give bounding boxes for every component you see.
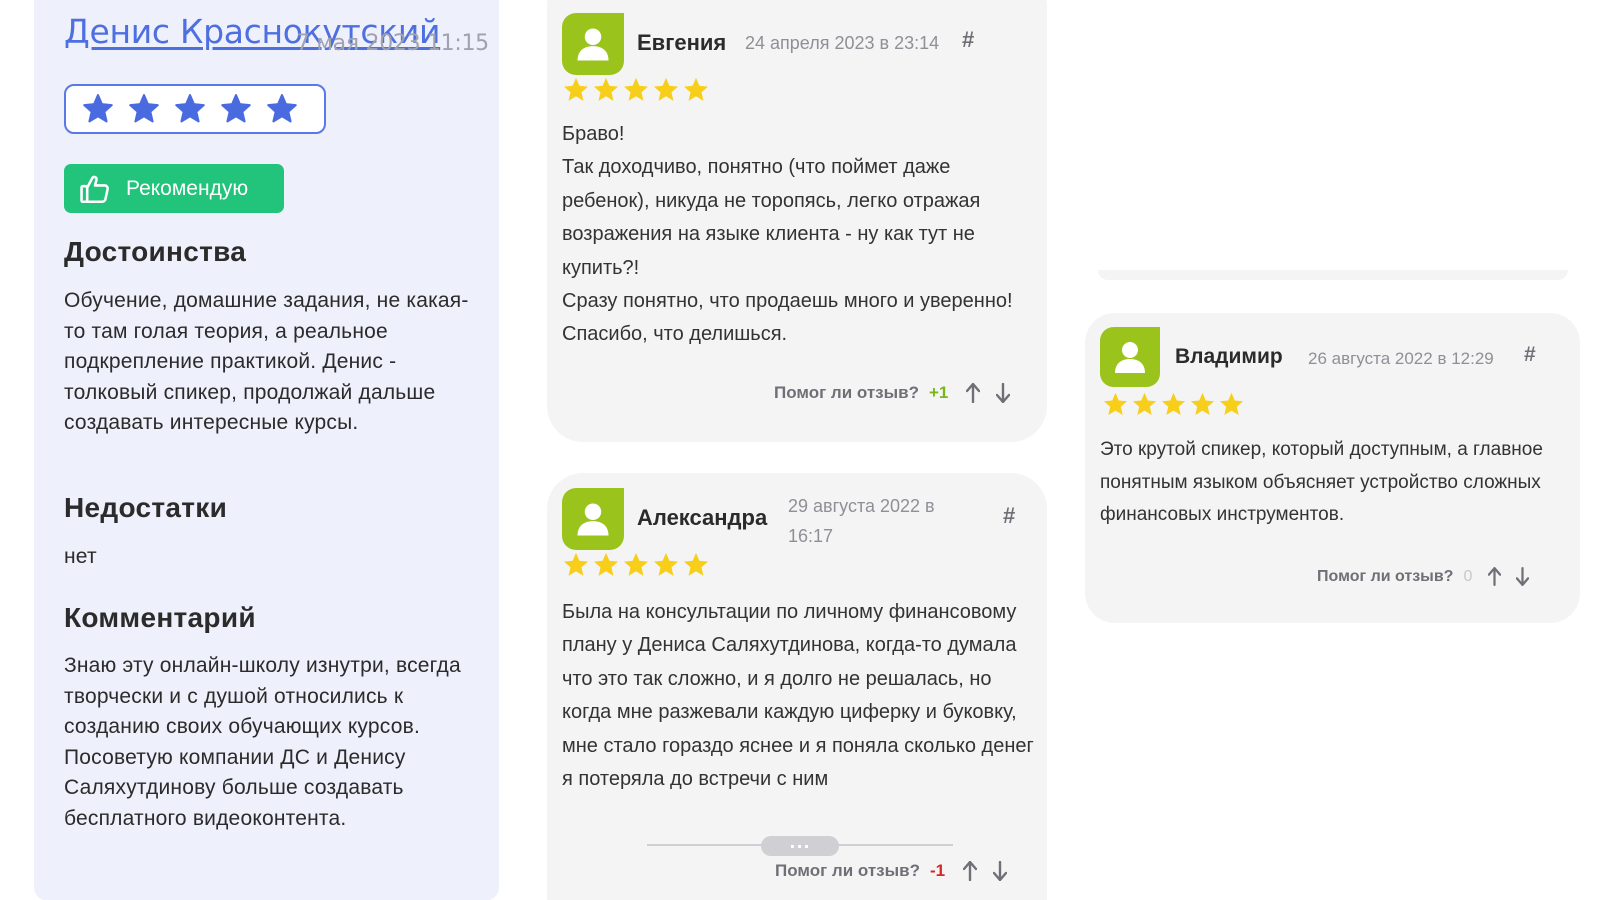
helpful-score: +1 [928,383,949,402]
permalink-hash[interactable]: # [962,27,974,53]
review-text: Это крутой спикер, который доступным, а … [1100,434,1560,532]
star-icon [593,552,619,576]
review-text-line: Так доходчиво, понятно (что поймет даже … [562,156,981,279]
review-date: 29 августа 2022 в 16:17 [788,496,935,546]
star-icon [683,552,709,576]
reviewer-name: Владимир [1175,345,1283,368]
comment-text: Знаю эту онлайн-школу изнутри, всегда тв… [64,654,461,830]
review-text-line: Была на консультации по личному финансов… [562,601,1034,791]
arrow-down-icon [1516,567,1530,586]
pros-title: Достоинства [64,236,247,267]
star-icon [563,77,589,101]
vote-down-button[interactable] [993,861,1008,881]
recommend-badge[interactable]: Рекомендую [64,164,284,213]
review-date: 26 августа 2022 в 12:29 [1308,349,1494,368]
star-icon [1132,392,1157,415]
helpful-label: Помог ли отзыв? [1317,567,1454,585]
review-text-line: Это крутой спикер, который доступным, а … [1100,439,1543,525]
cons-title: Недостатки [64,492,228,523]
star-icon [83,94,113,123]
helpful-score: -1 [929,861,946,880]
reviewer-name: Евгения [637,30,727,55]
arrow-down-icon [996,383,1011,403]
star-icon [623,77,649,101]
star-icon [221,94,251,123]
star-icon [1103,392,1128,415]
recommend-label: Рекомендую [126,176,249,200]
helpful-row: Помог ли отзыв? 0 [1317,567,1530,586]
star-icon [175,94,205,123]
vote-down-button[interactable] [996,383,1011,403]
helpful-row: Помог ли отзыв? +1 [774,383,1011,403]
comment-title: Комментарий [64,602,256,633]
review-date: 7 мая 2023 11:15 [296,31,489,56]
expand-button[interactable]: ··· [761,836,839,856]
vote-up-button[interactable] [966,383,981,403]
star-icon [623,552,649,576]
review-text-line: Сразу понятно, что продаешь много и увер… [562,290,1013,313]
user-avatar-icon [1100,327,1160,387]
vote-up-button[interactable] [963,861,978,881]
star-icon [267,94,297,123]
user-avatar-icon [562,13,624,75]
star-icon [653,552,679,576]
review-text-line: Браво! [562,123,625,145]
review-stars [562,551,710,579]
reviewer-name: Александра [637,505,768,530]
arrow-up-icon [963,861,978,881]
helpful-row: Помог ли отзыв? -1 [775,861,1008,881]
arrow-down-icon [993,861,1008,881]
star-icon [1161,392,1186,415]
card-edge [1098,270,1568,280]
helpful-label: Помог ли отзыв? [775,861,920,880]
review-text: Браво! Так доходчиво, понятно (что пойме… [562,118,1042,352]
pros-text: Обучение, домашние задания, не какая-то … [64,289,469,434]
review-text: Была на консультации по личному финансов… [562,596,1044,810]
helpful-label: Помог ли отзыв? [774,383,919,402]
review-date: 24 апреля 2023 в 23:14 [745,33,940,53]
star-icon [129,94,159,123]
arrow-up-icon [1488,567,1502,586]
star-rating [64,84,326,134]
arrow-up-icon [966,383,981,403]
cons-text: нет [64,545,97,568]
star-icon [1190,392,1215,415]
star-icon [653,77,679,101]
thumbs-up-icon [80,175,109,203]
helpful-score: 0 [1463,567,1473,585]
review-stars [562,76,710,104]
review-stars [1102,391,1245,418]
star-icon [1219,392,1244,415]
permalink-hash[interactable]: # [1524,343,1536,367]
vote-up-button[interactable] [1488,567,1502,586]
star-icon [683,77,709,101]
vote-down-button[interactable] [1516,567,1530,586]
user-avatar-icon [562,488,624,550]
permalink-hash[interactable]: # [1003,503,1015,529]
star-icon [593,77,619,101]
review-text-line: Спасибо, что делишься. [562,323,788,346]
star-icon [563,552,589,576]
